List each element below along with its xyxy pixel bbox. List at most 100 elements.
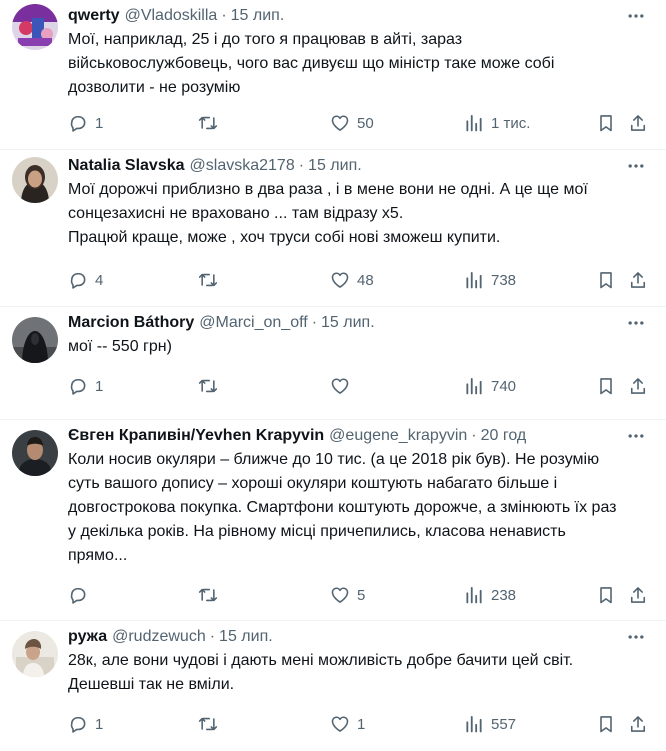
share-button[interactable] bbox=[628, 711, 648, 737]
avatar[interactable] bbox=[12, 430, 58, 476]
bookmark-icon bbox=[600, 716, 612, 733]
views-button[interactable]: 738 bbox=[464, 267, 516, 293]
tweet-text: Мої дорожчі приблизно в два раза , і в м… bbox=[68, 181, 588, 246]
display-name[interactable]: Natalia Slavska bbox=[68, 156, 185, 176]
bookmark-icon bbox=[600, 587, 612, 604]
like-button[interactable] bbox=[330, 373, 357, 399]
like-button[interactable]: 50 bbox=[330, 110, 374, 136]
tweet[interactable]: Natalia Slavska @slavska2178 · 15 лип. М… bbox=[0, 150, 666, 307]
views-count: 738 bbox=[491, 271, 517, 289]
avatar[interactable] bbox=[12, 4, 58, 50]
separator-dot: · bbox=[311, 314, 318, 331]
bookmark-button[interactable] bbox=[596, 711, 616, 737]
like-button[interactable]: 48 bbox=[330, 267, 374, 293]
tweet-header: Natalia Slavska @slavska2178 · 15 лип. bbox=[68, 150, 622, 178]
retweet-icon bbox=[198, 116, 218, 130]
share-button[interactable] bbox=[628, 267, 648, 293]
display-name[interactable]: Євген Крапивін/Yevhen Krapyvin bbox=[68, 426, 324, 446]
views-icon bbox=[466, 378, 482, 395]
heart-icon bbox=[331, 272, 349, 288]
bookmark-button[interactable] bbox=[596, 373, 616, 399]
like-count: 48 bbox=[357, 271, 374, 289]
reply-button[interactable]: 1 bbox=[68, 110, 103, 136]
reply-icon bbox=[70, 716, 86, 733]
user-handle[interactable]: @Marci_on_off bbox=[199, 313, 307, 333]
tweet-header: Євген Крапивін/Yevhen Krapyvin @eugene_k… bbox=[68, 420, 622, 448]
user-handle[interactable]: @eugene_krapyvin bbox=[329, 426, 467, 446]
reply-icon bbox=[70, 272, 86, 289]
retweet-icon bbox=[198, 588, 218, 602]
share-button[interactable] bbox=[628, 373, 648, 399]
tweet-actions: 1 50 1 тис. bbox=[68, 110, 654, 136]
share-icon bbox=[630, 115, 646, 131]
views-button[interactable]: 557 bbox=[464, 711, 516, 737]
timestamp[interactable]: 15 лип. bbox=[321, 313, 375, 333]
retweet-button[interactable] bbox=[198, 110, 225, 136]
like-count: 50 bbox=[357, 114, 374, 132]
retweet-icon bbox=[198, 717, 218, 731]
tweet-actions: 5 238 bbox=[68, 582, 654, 608]
timestamp[interactable]: 20 год bbox=[481, 426, 527, 446]
reply-count: 4 bbox=[95, 271, 104, 289]
avatar[interactable] bbox=[12, 157, 58, 203]
reply-feed: qwerty @Vladoskilla · 15 лип. Мої, напри… bbox=[0, 0, 666, 751]
share-button[interactable] bbox=[628, 582, 648, 608]
like-button[interactable]: 5 bbox=[330, 582, 365, 608]
display-name[interactable]: Marcion Báthory bbox=[68, 313, 194, 333]
tweet-text: мої -- 550 грн) bbox=[68, 338, 172, 355]
reply-button[interactable]: 4 bbox=[68, 267, 103, 293]
bookmark-button[interactable] bbox=[596, 582, 616, 608]
reply-count: 1 bbox=[95, 377, 104, 395]
separator-dot: · bbox=[221, 7, 227, 24]
tweet-actions: 4 48 738 bbox=[68, 267, 654, 293]
views-icon bbox=[466, 716, 482, 733]
tweet-header: qwerty @Vladoskilla · 15 лип. bbox=[68, 0, 622, 28]
views-button[interactable]: 740 bbox=[464, 373, 516, 399]
display-name[interactable]: qwerty bbox=[68, 6, 120, 26]
share-button[interactable] bbox=[628, 110, 648, 136]
retweet-button[interactable] bbox=[198, 582, 225, 608]
display-name[interactable]: ружа bbox=[68, 627, 107, 647]
reply-button[interactable]: 1 bbox=[68, 373, 103, 399]
bookmark-button[interactable] bbox=[596, 110, 616, 136]
retweet-button[interactable] bbox=[198, 373, 225, 399]
reply-button[interactable]: 1 bbox=[68, 711, 103, 737]
tweet[interactable]: qwerty @Vladoskilla · 15 лип. Мої, напри… bbox=[0, 0, 666, 150]
reply-button[interactable] bbox=[68, 582, 95, 608]
tweet-actions: 1 740 bbox=[68, 373, 654, 399]
user-handle[interactable]: @rudzewuch bbox=[112, 627, 206, 647]
share-icon bbox=[630, 716, 646, 732]
tweet[interactable]: ружа @rudzewuch · 15 лип. 28к, але вони … bbox=[0, 621, 666, 751]
views-button[interactable]: 1 тис. bbox=[464, 110, 530, 136]
tweet-header: ружа @rudzewuch · 15 лип. bbox=[68, 621, 622, 649]
retweet-button[interactable] bbox=[198, 711, 225, 737]
heart-icon bbox=[331, 115, 349, 131]
more-options-button[interactable] bbox=[624, 627, 648, 647]
reply-icon bbox=[70, 587, 86, 604]
retweet-button[interactable] bbox=[198, 267, 225, 293]
tweet[interactable]: Євген Крапивін/Yevhen Krapyvin @eugene_k… bbox=[0, 420, 666, 621]
more-options-button[interactable] bbox=[624, 426, 648, 446]
tweet[interactable]: Marcion Báthory @Marci_on_off · 15 лип. … bbox=[0, 307, 666, 420]
more-horizontal-icon bbox=[628, 14, 644, 18]
more-horizontal-icon bbox=[628, 434, 644, 438]
views-count: 557 bbox=[491, 715, 517, 733]
user-handle[interactable]: @slavska2178 bbox=[190, 156, 295, 176]
more-options-button[interactable] bbox=[624, 156, 648, 176]
user-handle[interactable]: @Vladoskilla bbox=[125, 6, 218, 26]
timestamp[interactable]: 15 лип. bbox=[231, 6, 285, 26]
like-button[interactable]: 1 bbox=[330, 711, 365, 737]
views-icon bbox=[466, 587, 482, 604]
separator-dot: · bbox=[209, 628, 216, 645]
avatar[interactable] bbox=[12, 631, 58, 677]
avatar[interactable] bbox=[12, 317, 58, 363]
bookmark-button[interactable] bbox=[596, 267, 616, 293]
retweet-icon bbox=[198, 379, 218, 393]
more-options-button[interactable] bbox=[624, 6, 648, 26]
more-options-button[interactable] bbox=[624, 313, 648, 333]
more-horizontal-icon bbox=[628, 635, 644, 639]
reply-icon bbox=[70, 115, 86, 132]
views-button[interactable]: 238 bbox=[464, 582, 516, 608]
timestamp[interactable]: 15 лип. bbox=[219, 627, 273, 647]
timestamp[interactable]: 15 лип. bbox=[308, 156, 362, 176]
